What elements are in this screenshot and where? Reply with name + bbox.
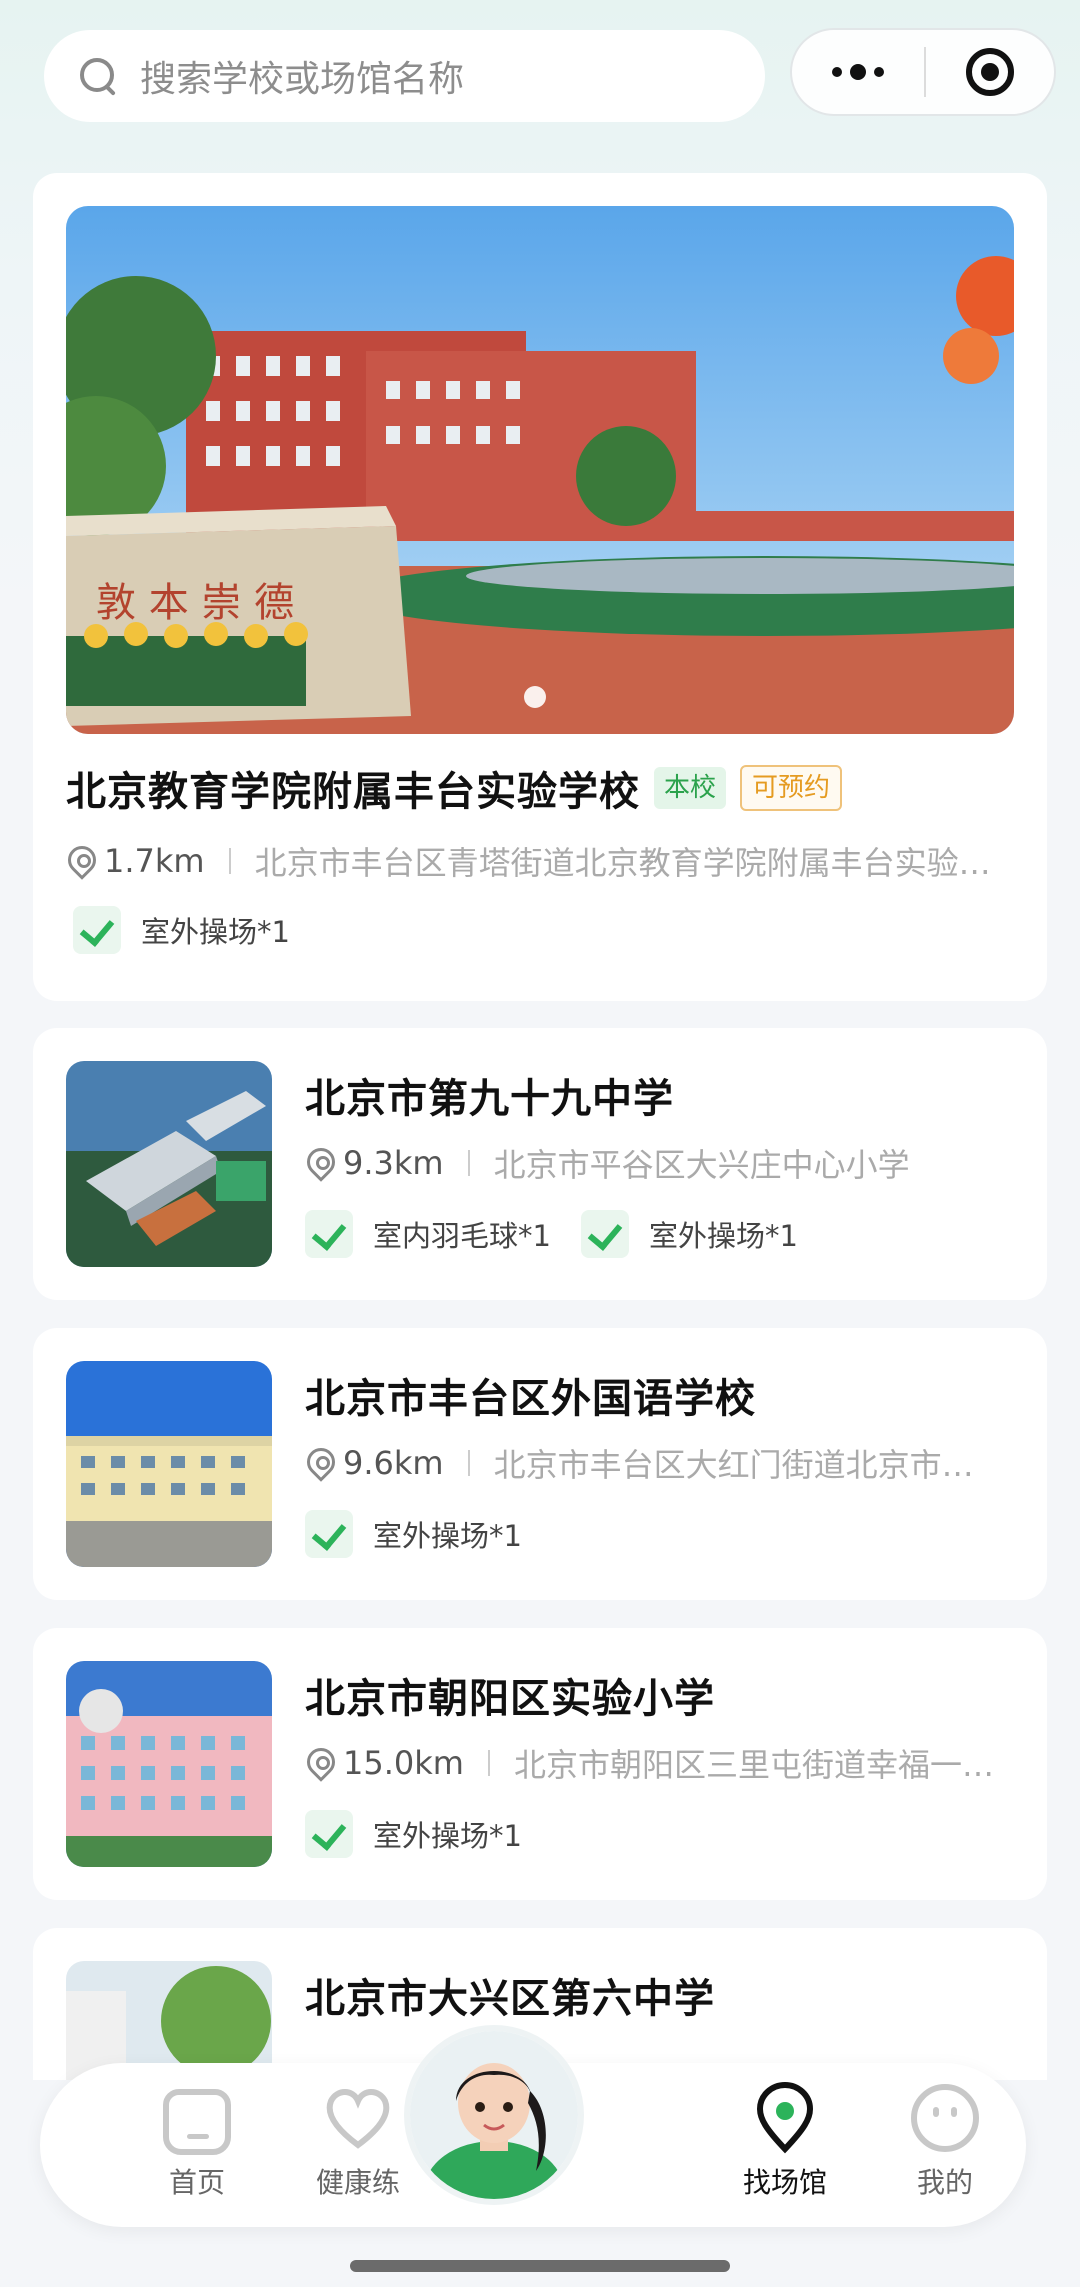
search-bar[interactable]: 搜索学校或场馆名称 (44, 30, 765, 122)
venue-distance: 15.0km (343, 1744, 464, 1782)
check-icon (580, 1210, 629, 1258)
featured-venue-card[interactable]: 敦 本 崇 德 北京教育学院附属丰台实验学校 本校 可预约 1.7km 北京市丰… (33, 173, 1047, 1001)
venue-address: 北京市平谷区大兴庄中心小学 (493, 1146, 910, 1184)
tag-own-school: 本校 (654, 767, 727, 809)
location-pin-icon (305, 1748, 335, 1778)
assistant-avatar-button[interactable] (404, 2025, 584, 2205)
facility-item: 室外操场*1 (305, 1810, 522, 1858)
nav-mine[interactable]: 我的 (870, 2081, 1020, 2201)
school-photo: 敦 本 崇 德 (66, 206, 1014, 734)
home-icon (163, 2089, 231, 2155)
svg-text:敦 本 崇 德: 敦 本 崇 德 (96, 580, 294, 626)
more-button[interactable] (792, 30, 924, 114)
venue-meta: 9.3km 北京市平谷区大兴庄中心小学 (305, 1140, 1007, 1186)
venue-thumbnail (66, 1661, 272, 1867)
facility-item: 室内羽毛球*1 (305, 1210, 551, 1258)
venue-meta: 15.0km 北京市朝阳区三里屯街道幸福一… (305, 1740, 1007, 1786)
venue-meta: 9.6km 北京市丰台区大红门街道北京市… (305, 1440, 1007, 1486)
facility-item: 室外操场*1 (580, 1210, 798, 1258)
venue-distance: 9.6km (343, 1444, 444, 1482)
venue-distance: 9.3km (343, 1144, 444, 1182)
venue-address: 北京市丰台区青塔街道北京教育学院附属丰台实验… (254, 844, 991, 882)
assistant-avatar-icon (410, 2031, 578, 2199)
check-icon (73, 906, 121, 954)
search-icon (78, 56, 118, 96)
venue-card[interactable]: 北京市朝阳区实验小学 15.0km 北京市朝阳区三里屯街道幸福一… 室外操场*1 (33, 1628, 1047, 1900)
smile-icon (908, 2081, 982, 2155)
venue-distance: 1.7km (104, 842, 205, 880)
search-input[interactable]: 搜索学校或场馆名称 (140, 50, 464, 102)
venue-address: 北京市朝阳区三里屯街道幸福一… (513, 1746, 994, 1784)
miniprogram-capsule (790, 28, 1056, 116)
check-icon (305, 1510, 353, 1558)
venue-title: 北京市朝阳区实验小学 (305, 1676, 715, 1722)
heart-icon (321, 2081, 395, 2155)
close-button[interactable] (926, 48, 1054, 96)
venue-thumbnail (66, 1361, 272, 1567)
location-pin-icon (748, 2081, 822, 2155)
venue-thumbnail (66, 1061, 272, 1267)
home-indicator (350, 2260, 730, 2272)
nav-home[interactable]: 首页 (122, 2081, 272, 2201)
check-icon (305, 1210, 353, 1258)
facility-item: 室外操场*1 (305, 1510, 522, 1558)
facility-list: 室外操场*1 (305, 1510, 1007, 1558)
location-pin-icon (305, 1448, 335, 1478)
tag-bookable: 可预约 (740, 765, 843, 811)
nav-find-venue[interactable]: 找场馆 (710, 2081, 860, 2201)
venue-title: 北京市大兴区第六中学 (305, 1976, 715, 2022)
facility-list: 室外操场*1 (73, 906, 290, 954)
venue-card[interactable]: 北京市第九十九中学 9.3km 北京市平谷区大兴庄中心小学 室内羽毛球*1 室外… (33, 1028, 1047, 1300)
venue-card[interactable]: 北京市丰台区外国语学校 9.6km 北京市丰台区大红门街道北京市… 室外操场*1 (33, 1328, 1047, 1600)
venue-meta: 1.7km 北京市丰台区青塔街道北京教育学院附属丰台实验… (66, 838, 1016, 884)
location-pin-icon (305, 1148, 335, 1178)
facility-list: 室外操场*1 (305, 1810, 1007, 1858)
venue-title: 北京教育学院附属丰台实验学校 (66, 769, 640, 815)
location-pin-icon (66, 846, 96, 876)
venue-title: 北京市第九十九中学 (305, 1076, 674, 1122)
venue-title: 北京市丰台区外国语学校 (305, 1376, 756, 1422)
close-icon (966, 48, 1014, 96)
venue-address: 北京市丰台区大红门街道北京市… (493, 1446, 974, 1484)
facility-list: 室内羽毛球*1 室外操场*1 (305, 1210, 1007, 1258)
carousel-indicator (524, 686, 546, 708)
facility-item: 室外操场*1 (73, 906, 290, 954)
check-icon (305, 1810, 353, 1858)
more-icon (832, 67, 842, 77)
